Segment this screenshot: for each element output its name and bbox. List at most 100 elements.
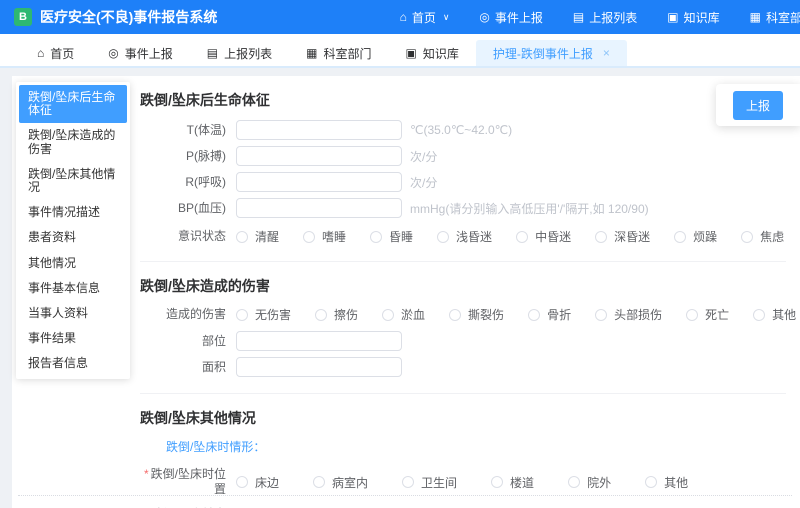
section-divider bbox=[140, 261, 786, 262]
radio-option[interactable]: 焦虑 bbox=[741, 228, 784, 245]
sidebar-item[interactable]: 跌倒/坠床后生命体征 bbox=[19, 85, 127, 123]
area-input[interactable] bbox=[236, 357, 402, 377]
sidebar-item[interactable]: 跌倒/坠床其他情况 bbox=[19, 162, 127, 200]
sidebar-item[interactable]: 患者资料 bbox=[19, 225, 127, 250]
tab[interactable]: ◎ 事件上报 bbox=[91, 40, 190, 66]
radio-option[interactable]: 院外 bbox=[568, 474, 611, 491]
department-icon: ▦ bbox=[750, 11, 761, 23]
fall-circumstance-link[interactable]: 跌倒/坠床时情形： bbox=[166, 438, 786, 455]
radio-option[interactable]: 其他 bbox=[753, 306, 796, 323]
sidebar-item[interactable]: 跌倒/坠床造成的伤害 bbox=[19, 123, 127, 161]
body-part-input[interactable] bbox=[236, 331, 402, 351]
radio-circle-icon[interactable] bbox=[236, 309, 248, 321]
tab[interactable]: ⌂ 首页 bbox=[20, 40, 91, 66]
radio-option-label: 死亡 bbox=[705, 306, 729, 323]
radio-option-label: 烦躁 bbox=[693, 228, 717, 245]
radio-circle-icon[interactable] bbox=[674, 231, 686, 243]
sidebar-item-label: 跌倒/坠床造成的伤害 bbox=[28, 128, 115, 155]
sidebar-item[interactable]: 当事人资料 bbox=[19, 301, 127, 326]
temperature-input[interactable] bbox=[236, 120, 402, 140]
sidebar-item-label: 事件基本信息 bbox=[28, 281, 100, 295]
sidebar-item[interactable]: 其他情况 bbox=[19, 251, 127, 276]
radio-option[interactable]: 烦躁 bbox=[674, 228, 717, 245]
radio-option[interactable]: 其他 bbox=[645, 474, 688, 491]
radio-option-label: 擦伤 bbox=[334, 306, 358, 323]
radio-circle-icon[interactable] bbox=[370, 231, 382, 243]
sidebar-item[interactable]: 事件情况描述 bbox=[19, 200, 127, 225]
radio-circle-icon[interactable] bbox=[402, 476, 414, 488]
tab[interactable]: ▤ 上报列表 bbox=[190, 40, 289, 66]
pulse-input[interactable] bbox=[236, 146, 402, 166]
header-nav-item[interactable]: ◎ 事件上报 bbox=[479, 9, 543, 26]
radio-circle-icon[interactable] bbox=[595, 309, 607, 321]
report-form: 跌倒/坠床后生命体征 T(体温) ℃(35.0℃~42.0℃) P(脉搏) 次/… bbox=[140, 76, 800, 508]
radio-option[interactable]: 昏睡 bbox=[370, 228, 413, 245]
field-label: 造成的伤害 bbox=[140, 307, 236, 322]
header-nav-item[interactable]: ▤ 上报列表 bbox=[573, 9, 637, 26]
radio-circle-icon[interactable] bbox=[645, 476, 657, 488]
knowledge-icon: ▣ bbox=[667, 11, 678, 23]
radio-option[interactable]: 深昏迷 bbox=[595, 228, 650, 245]
radio-circle-icon[interactable] bbox=[528, 309, 540, 321]
radio-option[interactable]: 死亡 bbox=[686, 306, 729, 323]
radio-circle-icon[interactable] bbox=[236, 476, 248, 488]
radio-option[interactable]: 浅昏迷 bbox=[437, 228, 492, 245]
app-title: 医疗安全(不良)事件报告系统 bbox=[40, 7, 217, 27]
radio-circle-icon[interactable] bbox=[236, 231, 248, 243]
radio-circle-icon[interactable] bbox=[315, 309, 327, 321]
radio-circle-icon[interactable] bbox=[741, 231, 753, 243]
section-nav-sidebar: 跌倒/坠床后生命体征 跌倒/坠床造成的伤害 跌倒/坠床其他情况 事件情况描述 患… bbox=[16, 82, 130, 379]
radio-option[interactable]: 头部损伤 bbox=[595, 306, 662, 323]
sidebar-item-label: 其他情况 bbox=[28, 256, 76, 270]
radio-option[interactable]: 中昏迷 bbox=[516, 228, 571, 245]
tab[interactable]: 护理-跌倒事件上报 × bbox=[476, 40, 627, 66]
radio-circle-icon[interactable] bbox=[303, 231, 315, 243]
submit-button[interactable]: 上报 bbox=[733, 91, 783, 120]
tab[interactable]: ▣ 知识库 bbox=[388, 40, 475, 66]
radio-option[interactable]: 骨折 bbox=[528, 306, 571, 323]
sidebar-item[interactable]: 报告者信息 bbox=[19, 351, 127, 376]
blood-pressure-input[interactable] bbox=[236, 198, 402, 218]
radio-option[interactable]: 无伤害 bbox=[236, 306, 291, 323]
header-nav-label: 事件上报 bbox=[495, 9, 543, 26]
radio-option[interactable]: 床边 bbox=[236, 474, 279, 491]
header-nav-label: 知识库 bbox=[684, 9, 720, 26]
form-row-blood-pressure: BP(血压) mmHg(请分别输入高低压用'/'隔开,如 120/90) bbox=[140, 198, 786, 218]
close-icon[interactable]: × bbox=[603, 46, 610, 60]
radio-option[interactable]: 卫生间 bbox=[402, 474, 457, 491]
radio-circle-icon[interactable] bbox=[491, 476, 503, 488]
radio-circle-icon[interactable] bbox=[516, 231, 528, 243]
chevron-down-icon: ∨ bbox=[443, 12, 450, 23]
radio-option-label: 病室内 bbox=[332, 474, 368, 491]
radio-option-label: 浅昏迷 bbox=[456, 228, 492, 245]
sidebar-item[interactable]: 事件结果 bbox=[19, 326, 127, 351]
radio-option[interactable]: 病室内 bbox=[313, 474, 368, 491]
home-icon: ⌂ bbox=[400, 11, 407, 23]
radio-option-label: 床边 bbox=[255, 474, 279, 491]
radio-option[interactable]: 楼道 bbox=[491, 474, 534, 491]
radio-option[interactable]: 清醒 bbox=[236, 228, 279, 245]
radio-circle-icon[interactable] bbox=[382, 309, 394, 321]
sidebar-item[interactable]: 事件基本信息 bbox=[19, 276, 127, 301]
radio-circle-icon[interactable] bbox=[313, 476, 325, 488]
tab-label: 科室部门 bbox=[323, 45, 371, 62]
radio-circle-icon[interactable] bbox=[595, 231, 607, 243]
respiration-input[interactable] bbox=[236, 172, 402, 192]
form-row-respiration: R(呼吸) 次/分 bbox=[140, 172, 786, 192]
header-nav-item[interactable]: ▦ 科室部门 bbox=[750, 9, 800, 26]
radio-option[interactable]: 擦伤 bbox=[315, 306, 358, 323]
header-nav-item[interactable]: ⌂ 首页 ∨ bbox=[400, 9, 450, 26]
radio-option-label: 头部损伤 bbox=[614, 306, 662, 323]
tab[interactable]: ▦ 科室部门 bbox=[289, 40, 388, 66]
radio-circle-icon[interactable] bbox=[686, 309, 698, 321]
radio-circle-icon[interactable] bbox=[449, 309, 461, 321]
radio-option[interactable]: 淤血 bbox=[382, 306, 425, 323]
radio-option[interactable]: 嗜睡 bbox=[303, 228, 346, 245]
main-content: 跌倒/坠床后生命体征 跌倒/坠床造成的伤害 跌倒/坠床其他情况 事件情况描述 患… bbox=[12, 76, 800, 508]
radio-option[interactable]: 撕裂伤 bbox=[449, 306, 504, 323]
header-nav-item[interactable]: ▣ 知识库 bbox=[667, 9, 719, 26]
radio-circle-icon[interactable] bbox=[437, 231, 449, 243]
radio-circle-icon[interactable] bbox=[568, 476, 580, 488]
sidebar-item-label: 报告者信息 bbox=[28, 356, 88, 370]
radio-circle-icon[interactable] bbox=[753, 309, 765, 321]
